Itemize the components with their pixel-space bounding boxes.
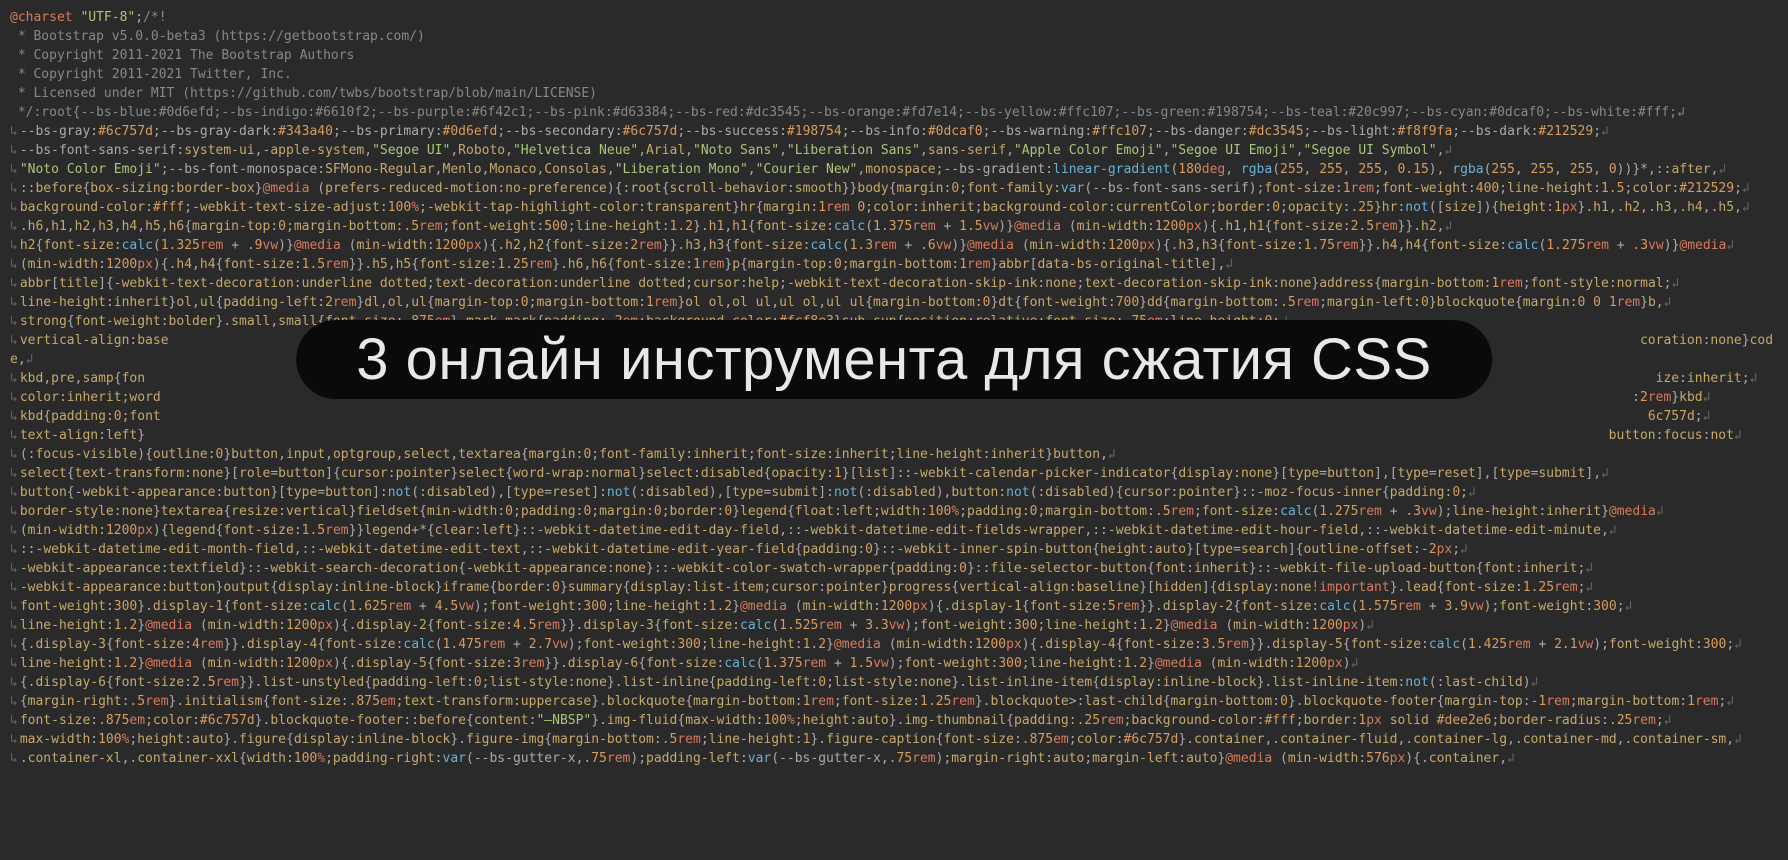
code-line: ↳(min-width:1200px){.h4,h4{font-size:1.5… — [10, 255, 1778, 274]
code-line: ↳-webkit-appearance:textfield}::-webkit-… — [10, 559, 1778, 578]
code-line: ↳max-width:100%;height:auto}.figure{disp… — [10, 730, 1778, 749]
code-line: ↳font-weight:300}.display-1{font-size:ca… — [10, 597, 1778, 616]
code-line: */:root{--bs-blue:#0d6efd;--bs-indigo:#6… — [10, 103, 1778, 122]
code-line: ↳font-size:.875em;color:#6c757d}.blockqu… — [10, 711, 1778, 730]
code-line: ↳abbr[title]{-webkit-text-decoration:und… — [10, 274, 1778, 293]
code-line: ↳{.display-6{font-size:2.5rem}}.list-uns… — [10, 673, 1778, 692]
code-line: ↳line-height:1.2}@media (min-width:1200p… — [10, 654, 1778, 673]
code-line: ↳"Noto Color Emoji";--bs-font-monospace:… — [10, 160, 1778, 179]
code-line: ↳h2{font-size:calc(1.325rem + .9vw)}@med… — [10, 236, 1778, 255]
code-line: @charset "UTF-8";/*! — [10, 8, 1778, 27]
code-line: ↳.h6,h1,h2,h3,h4,h5,h6{margin-top:0;marg… — [10, 217, 1778, 236]
code-line: ↳{margin-right:.5rem}.initialism{font-si… — [10, 692, 1778, 711]
code-line: ↳(min-width:1200px){legend{font-size:1.5… — [10, 521, 1778, 540]
code-line: * Copyright 2011-2021 Twitter, Inc. — [10, 65, 1778, 84]
code-line: ↳--bs-gray:#6c757d;--bs-gray-dark:#343a4… — [10, 122, 1778, 141]
code-line: ↳-webkit-appearance:button}output{displa… — [10, 578, 1778, 597]
code-line: * Licensed under MIT (https://github.com… — [10, 84, 1778, 103]
code-line: ↳select{text-transform:none}[role=button… — [10, 464, 1778, 483]
code-line: * Bootstrap v5.0.0-beta3 (https://getboo… — [10, 27, 1778, 46]
code-line: ↳::-webkit-datetime-edit-month-field,::-… — [10, 540, 1778, 559]
code-line: ↳line-height:inherit}ol,ul{padding-left:… — [10, 293, 1778, 312]
title-banner: 3 онлайн инструмента для сжатия CSS — [296, 320, 1492, 399]
code-line: ↳border-style:none}textarea{resize:verti… — [10, 502, 1778, 521]
code-line: ↳text-align:left} — [10, 426, 1778, 445]
banner-text: 3 онлайн инструмента для сжатия CSS — [356, 327, 1432, 392]
code-line: ↳{.display-3{font-size:4rem}}.display-4{… — [10, 635, 1778, 654]
code-line: ↳.container-xl,.container-xxl{width:100%… — [10, 749, 1778, 768]
code-line: * Copyright 2011-2021 The Bootstrap Auth… — [10, 46, 1778, 65]
code-line: ↳line-height:1.2}@media (min-width:1200p… — [10, 616, 1778, 635]
code-line: ↳button{-webkit-appearance:button}[type=… — [10, 483, 1778, 502]
code-line: ↳background-color:#fff;-webkit-text-size… — [10, 198, 1778, 217]
code-line: ↳::before{box-sizing:border-box}@media (… — [10, 179, 1778, 198]
code-line: ↳kbd{padding:0;font — [10, 407, 1778, 426]
code-line: ↳(:focus-visible){outline:0}button,input… — [10, 445, 1778, 464]
code-line: ↳--bs-font-sans-serif:system-ui,-apple-s… — [10, 141, 1778, 160]
